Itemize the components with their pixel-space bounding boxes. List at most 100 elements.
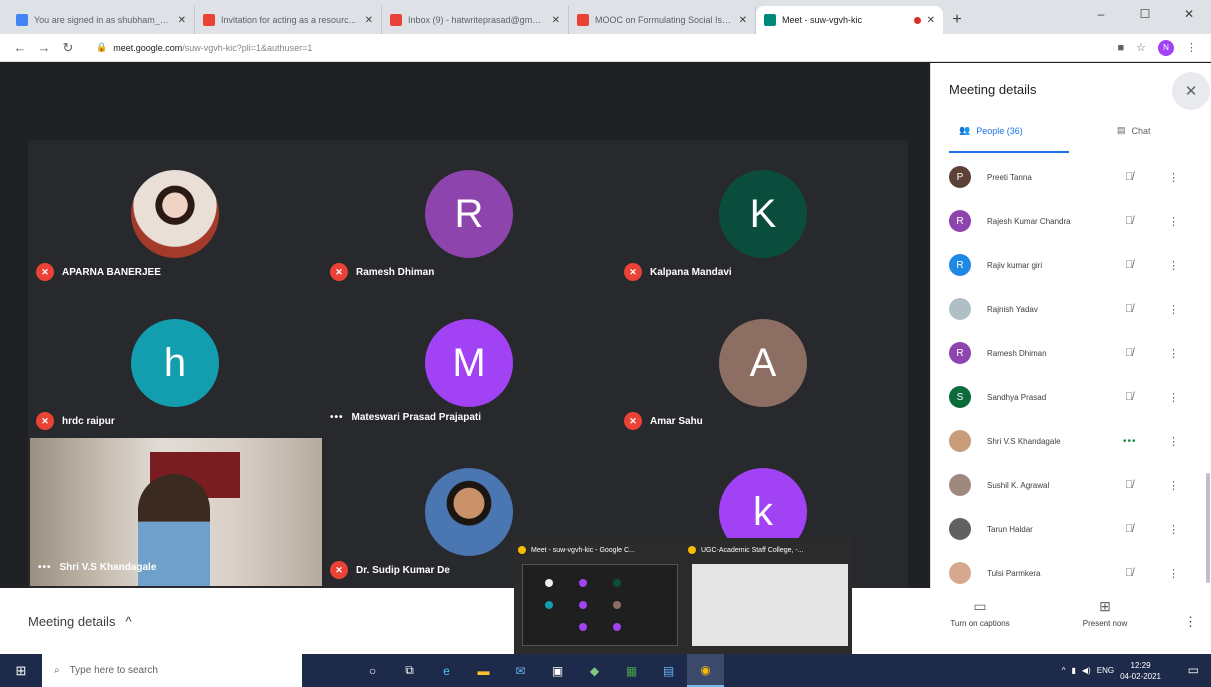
maps-icon[interactable]: ◆	[576, 654, 613, 687]
chevron-up-icon: ^	[125, 614, 132, 629]
task-view-icon[interactable]: ⧉	[391, 654, 428, 687]
participant-name: Sandhya Prasad	[987, 392, 1047, 402]
close-icon[interactable]: ✕	[178, 15, 186, 26]
windows-start-icon[interactable]: ⊞	[0, 654, 42, 687]
store-icon[interactable]: ▣	[539, 654, 576, 687]
cortana-icon[interactable]: ○	[354, 654, 391, 687]
tab-chat[interactable]: ▤ Chat	[1117, 125, 1151, 136]
more-options-icon[interactable]: ⋮	[1168, 347, 1179, 360]
meeting-details-button[interactable]: Meeting details ^	[28, 614, 132, 629]
star-icon[interactable]: ☆	[1136, 41, 1146, 54]
tab-people[interactable]: 👥 People (36)	[959, 125, 1023, 136]
tab-label: Chat	[1131, 125, 1151, 136]
participant-avatar: R	[949, 210, 971, 232]
close-icon[interactable]: ✕	[739, 15, 747, 26]
participant-row[interactable]: R Rajiv kumar giri 🎙̸ ⋮	[931, 243, 1211, 287]
network-icon[interactable]: ▮	[1072, 666, 1076, 675]
preview-title: Meet - suw-vgvh-kic - Google C...	[531, 546, 635, 554]
present-now-button[interactable]: ⊞ Present now	[1070, 598, 1140, 628]
participant-name: Amar Sahu	[650, 415, 703, 427]
participant-row[interactable]: R Ramesh Dhiman 🎙̸ ⋮	[931, 331, 1211, 375]
chrome-icon[interactable]: ◉	[687, 654, 724, 687]
more-options-icon[interactable]: ⋮	[1168, 171, 1179, 184]
close-panel-button[interactable]: ✕	[1172, 72, 1210, 110]
participant-row[interactable]: S Sandhya Prasad 🎙̸ ⋮	[931, 375, 1211, 419]
panel-title: Meeting details	[949, 82, 1037, 97]
tab-title: Inbox (9) - hatwriteprasad@gmail...	[408, 15, 546, 25]
preview-thumbnail	[522, 564, 678, 646]
tab-title: You are signed in as shubham_1...	[34, 15, 172, 25]
participant-name: Ramesh Dhiman	[356, 266, 435, 278]
excel-icon[interactable]: ▦	[613, 654, 650, 687]
participant-avatar: R	[949, 254, 971, 276]
close-icon[interactable]: ✕	[552, 15, 560, 26]
participant-tile[interactable]: K ✕ Kalpana Mandavi	[616, 140, 910, 289]
recording-icon	[913, 16, 921, 24]
participant-tile[interactable]: R ✕ Ramesh Dhiman	[322, 140, 616, 289]
clock[interactable]: 12:29 04-02-2021	[1120, 660, 1161, 682]
participant-row[interactable]: Tarun Haldar 🎙̸ ⋮	[931, 507, 1211, 551]
browser-tab[interactable]: Inbox (9) - hatwriteprasad@gmail... ✕	[382, 6, 569, 34]
close-icon[interactable]: ✕	[365, 15, 373, 26]
participant-name: Rajesh Kumar Chandra	[987, 216, 1071, 226]
captions-button[interactable]: ▭ Turn on captions	[935, 598, 1025, 628]
participant-tile[interactable]: M ••• Mateswari Prasad Prajapati	[322, 289, 616, 438]
participant-row[interactable]: Rajnish Yadav 🎙̸ ⋮	[931, 287, 1211, 331]
camera-indicator-icon[interactable]: ■	[1117, 42, 1124, 54]
more-options-icon[interactable]: ⋮	[1168, 567, 1179, 580]
file-explorer-icon[interactable]: ▬	[465, 654, 502, 687]
address-bar[interactable]: 🔒 meet.google.com/suw-vgvh-kic?pli=1&aut…	[88, 37, 1109, 59]
word-icon[interactable]: ▤	[650, 654, 687, 687]
system-tray: ^ ▮ ◀) ENG 12:29 04-02-2021	[1062, 654, 1161, 687]
participant-tile[interactable]: A ✕ Amar Sahu	[616, 289, 910, 438]
mic-off-icon: 🎙̸	[1125, 303, 1134, 315]
edge-icon[interactable]: e	[428, 654, 465, 687]
browser-tab-active[interactable]: Meet - suw-vgvh-kic ✕	[756, 6, 943, 34]
more-options-icon[interactable]: ⋮	[1168, 523, 1179, 536]
more-options-icon[interactable]: ⋮	[1168, 215, 1179, 228]
notification-icon[interactable]: ▭	[1188, 663, 1199, 677]
participant-row[interactable]: R Rajesh Kumar Chandra 🎙̸ ⋮	[931, 199, 1211, 243]
participant-name: Mateswari Prasad Prajapati	[351, 412, 482, 423]
browser-tab[interactable]: Invitation for acting as a resourc... ✕	[195, 6, 382, 34]
close-window-button[interactable]: ✕	[1167, 0, 1211, 28]
mail-icon[interactable]: ✉	[502, 654, 539, 687]
volume-icon[interactable]: ◀)	[1082, 666, 1091, 675]
more-options-icon[interactable]: ⋮	[1168, 391, 1179, 404]
preview-window[interactable]: UGC-Academic Staff College, -...	[688, 542, 848, 650]
mic-off-icon: 🎙̸	[1125, 391, 1134, 403]
browser-tab[interactable]: MOOC on Formulating Social Issu... ✕	[569, 6, 756, 34]
maximize-button[interactable]: ☐	[1123, 0, 1167, 28]
participant-tile[interactable]: h ✕ hrdc raipur	[28, 289, 322, 438]
preview-window[interactable]: Meet - suw-vgvh-kic - Google C...	[518, 542, 678, 650]
menu-icon[interactable]: ⋮	[1186, 41, 1197, 54]
close-icon[interactable]: ✕	[927, 15, 935, 26]
participant-name: Sushil K. Agrawal	[987, 480, 1050, 490]
participant-tile[interactable]: ✕ APARNA BANERJEE	[28, 140, 322, 289]
tab-label: People (36)	[976, 125, 1023, 136]
browser-tab[interactable]: You are signed in as shubham_1... ✕	[8, 6, 195, 34]
participant-row[interactable]: Shri V.S Khandagale ••• ⋮	[931, 419, 1211, 463]
participant-avatar: S	[949, 386, 971, 408]
more-options-icon[interactable]: ⋮	[1168, 479, 1179, 492]
more-options-icon[interactable]: ⋮	[1168, 303, 1179, 316]
panel-scrollbar[interactable]	[1206, 473, 1210, 583]
profile-avatar[interactable]: N	[1158, 39, 1174, 56]
new-tab-button[interactable]: +	[943, 6, 971, 34]
self-video-tile[interactable]: ••• Shri V.S Khandagale	[30, 438, 322, 586]
participant-row[interactable]: Sushil K. Agrawal 🎙̸ ⋮	[931, 463, 1211, 507]
back-icon[interactable]: ←	[8, 40, 32, 55]
more-options-icon[interactable]: ⋮	[1168, 259, 1179, 272]
minimize-button[interactable]: –	[1079, 0, 1123, 28]
more-options-icon[interactable]: ⋮	[1168, 435, 1179, 448]
clock-time: 12:29	[1130, 660, 1151, 670]
participant-row[interactable]: P Preeti Tanna 🎙̸ ⋮	[931, 155, 1211, 199]
preview-title: UGC-Academic Staff College, -...	[701, 546, 804, 554]
more-options-icon[interactable]: ⋮	[1184, 614, 1197, 630]
forward-icon[interactable]: →	[32, 40, 56, 55]
participant-photo	[949, 298, 971, 320]
chevron-up-icon[interactable]: ^	[1062, 666, 1066, 675]
reload-icon[interactable]: ↻	[56, 40, 80, 56]
language-indicator[interactable]: ENG	[1097, 666, 1114, 675]
taskbar-search[interactable]: ⌕ Type here to search	[42, 654, 302, 687]
